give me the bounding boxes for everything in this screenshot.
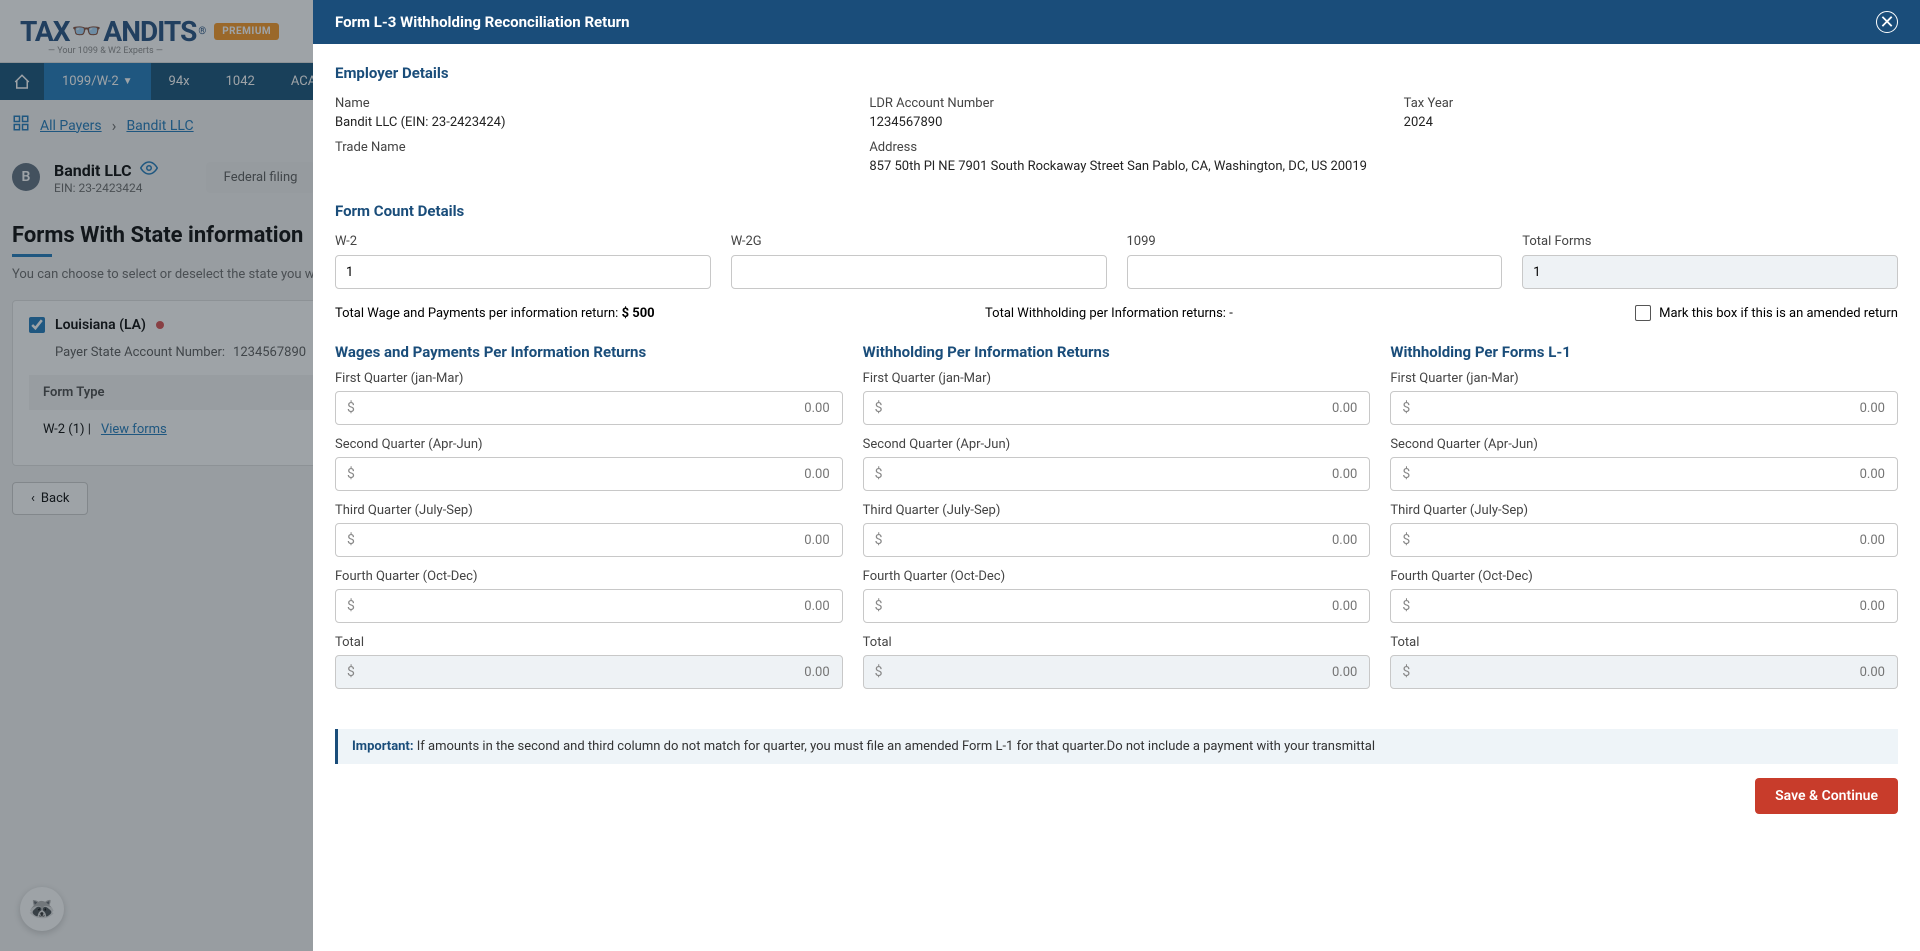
quarter-column-1: Withholding Per Information Returns First… (863, 343, 1371, 701)
total-label: Total (335, 635, 843, 650)
dollar-icon: $ (347, 664, 355, 680)
quarter-column-0: Wages and Payments Per Information Retur… (335, 343, 843, 701)
quarter-input[interactable] (863, 391, 1371, 425)
total-forms-label: Total Forms (1522, 234, 1898, 249)
important-prefix: Important: (352, 739, 414, 754)
dollar-icon: $ (347, 532, 355, 548)
w2g-label: W-2G (731, 234, 1107, 249)
important-info: Important: If amounts in the second and … (335, 729, 1898, 764)
total-input (335, 655, 843, 689)
quarter-input[interactable] (335, 523, 843, 557)
column-title: Wages and Payments Per Information Retur… (335, 343, 843, 361)
dollar-icon: $ (875, 532, 883, 548)
w2g-input[interactable] (731, 255, 1107, 289)
column-title: Withholding Per Information Returns (863, 343, 1371, 361)
quarter-input[interactable] (863, 523, 1371, 557)
employer-section-title: Employer Details (335, 64, 1898, 82)
w2-input[interactable] (335, 255, 711, 289)
modal-title: Form L-3 Withholding Reconciliation Retu… (335, 13, 630, 31)
dollar-icon: $ (875, 664, 883, 680)
column-title: Withholding Per Forms L-1 (1390, 343, 1898, 361)
quarter-input[interactable] (1390, 457, 1898, 491)
addr-value: 857 50th Pl NE 7901 South Rockaway Stree… (869, 159, 1898, 174)
quarter-label: Fourth Quarter (Oct-Dec) (863, 569, 1371, 584)
quarter-input[interactable] (863, 457, 1371, 491)
modal-form-l3: Form L-3 Withholding Reconciliation Retu… (313, 0, 1920, 951)
amended-label: Mark this box if this is an amended retu… (1659, 306, 1898, 321)
dollar-icon: $ (875, 598, 883, 614)
1099-input[interactable] (1127, 255, 1503, 289)
dollar-icon: $ (875, 400, 883, 416)
quarter-label: First Quarter (jan-Mar) (863, 371, 1371, 386)
dollar-icon: $ (875, 466, 883, 482)
quarter-label: Second Quarter (Apr-Jun) (1390, 437, 1898, 452)
quarter-label: Second Quarter (Apr-Jun) (335, 437, 843, 452)
quarter-input[interactable] (1390, 523, 1898, 557)
total-label: Total (863, 635, 1371, 650)
quarter-column-2: Withholding Per Forms L-1 First Quarter (… (1390, 343, 1898, 701)
total-label: Total (1390, 635, 1898, 650)
quarter-input[interactable] (863, 589, 1371, 623)
amended-checkbox[interactable] (1635, 305, 1651, 321)
total-wage-value: $ 500 (622, 306, 655, 321)
year-value: 2024 (1404, 115, 1898, 130)
ldr-value: 1234567890 (869, 115, 1363, 130)
formcount-section-title: Form Count Details (335, 202, 1898, 220)
quarter-label: First Quarter (jan-Mar) (335, 371, 843, 386)
addr-label: Address (869, 140, 1898, 155)
total-withhold-label: Total Withholding per Information return… (985, 306, 1226, 321)
important-text: If amounts in the second and third colum… (414, 739, 1376, 754)
quarter-label: Second Quarter (Apr-Jun) (863, 437, 1371, 452)
name-value: Bandit LLC (EIN: 23-2423424) (335, 115, 829, 130)
quarter-input[interactable] (1390, 589, 1898, 623)
dollar-icon: $ (1402, 466, 1410, 482)
dollar-icon: $ (1402, 664, 1410, 680)
w2-label: W-2 (335, 234, 711, 249)
total-input (863, 655, 1371, 689)
close-icon[interactable]: ✕ (1876, 11, 1898, 33)
quarter-label: Fourth Quarter (Oct-Dec) (335, 569, 843, 584)
total-forms-input (1522, 255, 1898, 289)
dollar-icon: $ (347, 598, 355, 614)
quarter-input[interactable] (335, 457, 843, 491)
total-withhold-value: - (1229, 306, 1233, 321)
quarter-input[interactable] (1390, 391, 1898, 425)
dollar-icon: $ (1402, 532, 1410, 548)
dollar-icon: $ (1402, 598, 1410, 614)
quarter-label: Third Quarter (July-Sep) (335, 503, 843, 518)
trade-label: Trade Name (335, 140, 829, 155)
modal-header: Form L-3 Withholding Reconciliation Retu… (313, 0, 1920, 44)
quarter-label: Fourth Quarter (Oct-Dec) (1390, 569, 1898, 584)
dollar-icon: $ (347, 466, 355, 482)
quarter-input[interactable] (335, 589, 843, 623)
name-label: Name (335, 96, 829, 111)
ldr-label: LDR Account Number (869, 96, 1363, 111)
quarter-label: First Quarter (jan-Mar) (1390, 371, 1898, 386)
dollar-icon: $ (1402, 400, 1410, 416)
dollar-icon: $ (347, 400, 355, 416)
year-label: Tax Year (1404, 96, 1898, 111)
quarter-label: Third Quarter (July-Sep) (863, 503, 1371, 518)
1099-label: 1099 (1127, 234, 1503, 249)
quarter-label: Third Quarter (July-Sep) (1390, 503, 1898, 518)
total-input (1390, 655, 1898, 689)
save-continue-button[interactable]: Save & Continue (1755, 778, 1898, 814)
quarter-input[interactable] (335, 391, 843, 425)
total-wage-label: Total Wage and Payments per information … (335, 306, 618, 321)
modal-body: Employer Details Name Bandit LLC (EIN: 2… (313, 44, 1920, 951)
